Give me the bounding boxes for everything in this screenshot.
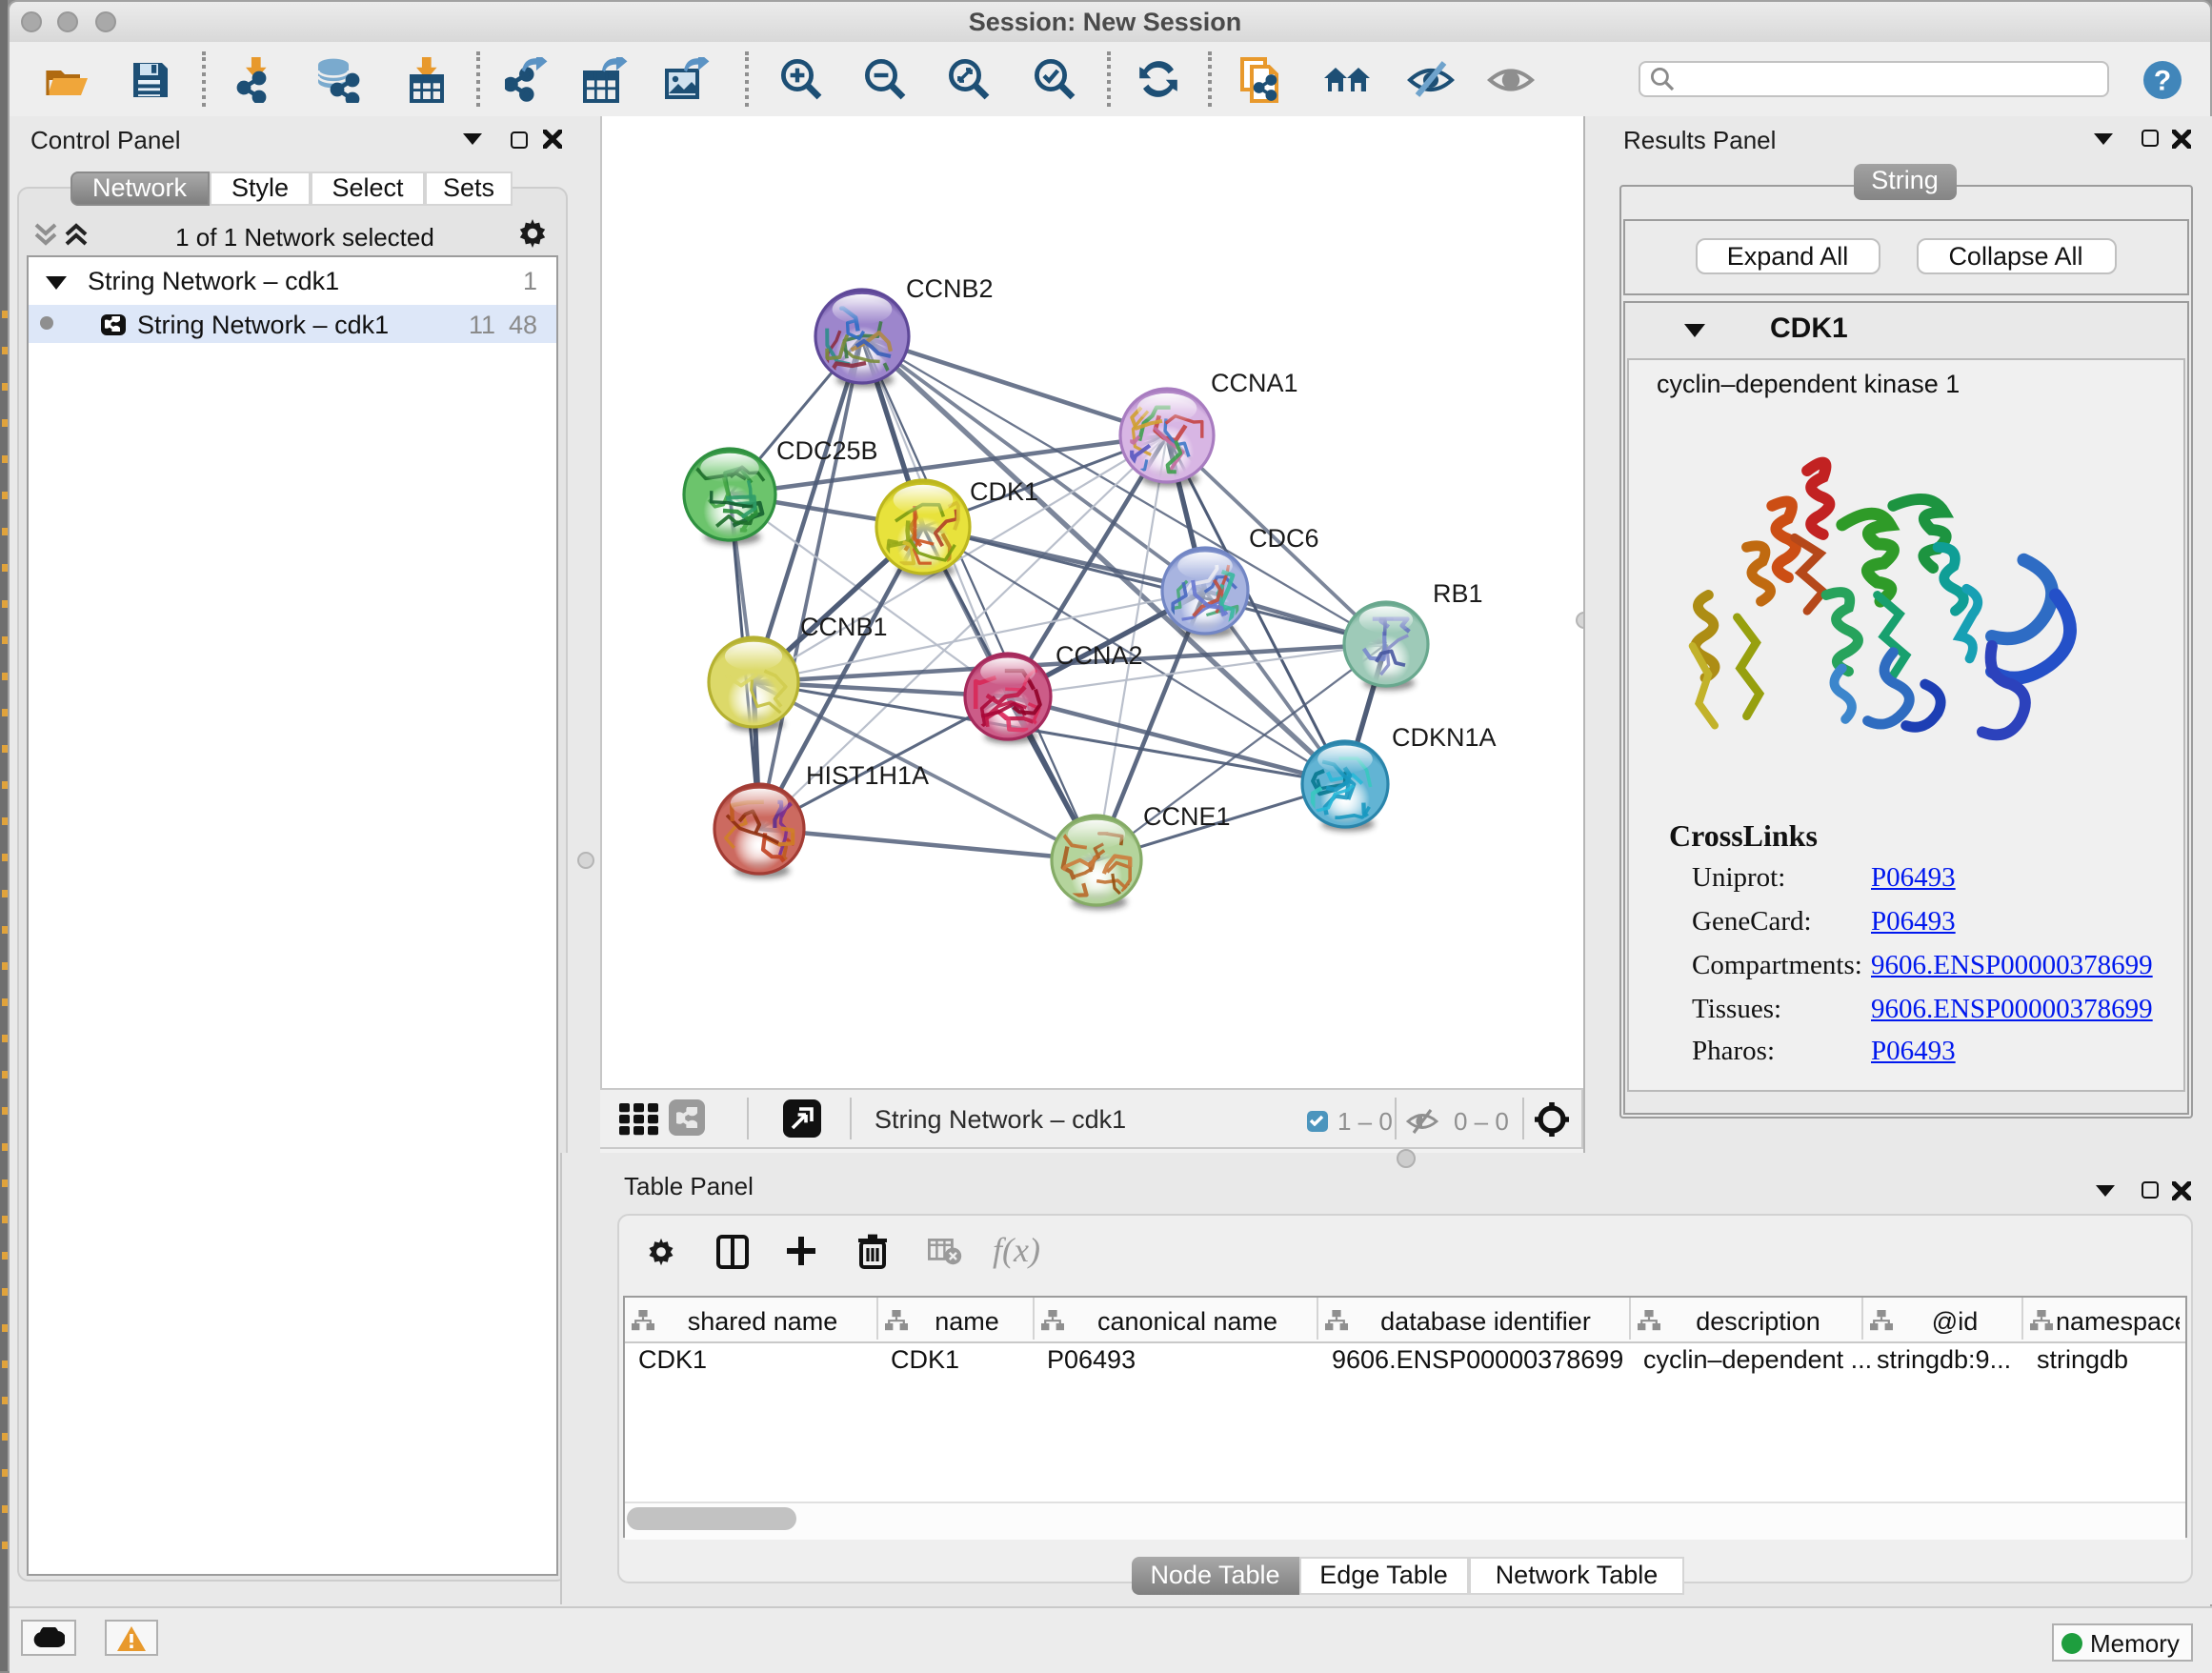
svg-text:CDK1: CDK1: [970, 477, 1038, 506]
svg-text:CDC25B: CDC25B: [776, 436, 878, 465]
svg-text:CCNE1: CCNE1: [1143, 802, 1231, 831]
svg-text:CCNA2: CCNA2: [1056, 641, 1143, 670]
svg-text:?: ?: [2154, 65, 2171, 96]
svg-text:HIST1H1A: HIST1H1A: [806, 761, 929, 790]
svg-text:CDKN1A: CDKN1A: [1392, 723, 1497, 752]
svg-text:RB1: RB1: [1433, 579, 1483, 608]
svg-text:CCNA1: CCNA1: [1211, 369, 1298, 397]
svg-text:CDC6: CDC6: [1249, 524, 1319, 553]
svg-text:CCNB2: CCNB2: [906, 274, 994, 303]
svg-text:CCNB1: CCNB1: [800, 613, 888, 641]
